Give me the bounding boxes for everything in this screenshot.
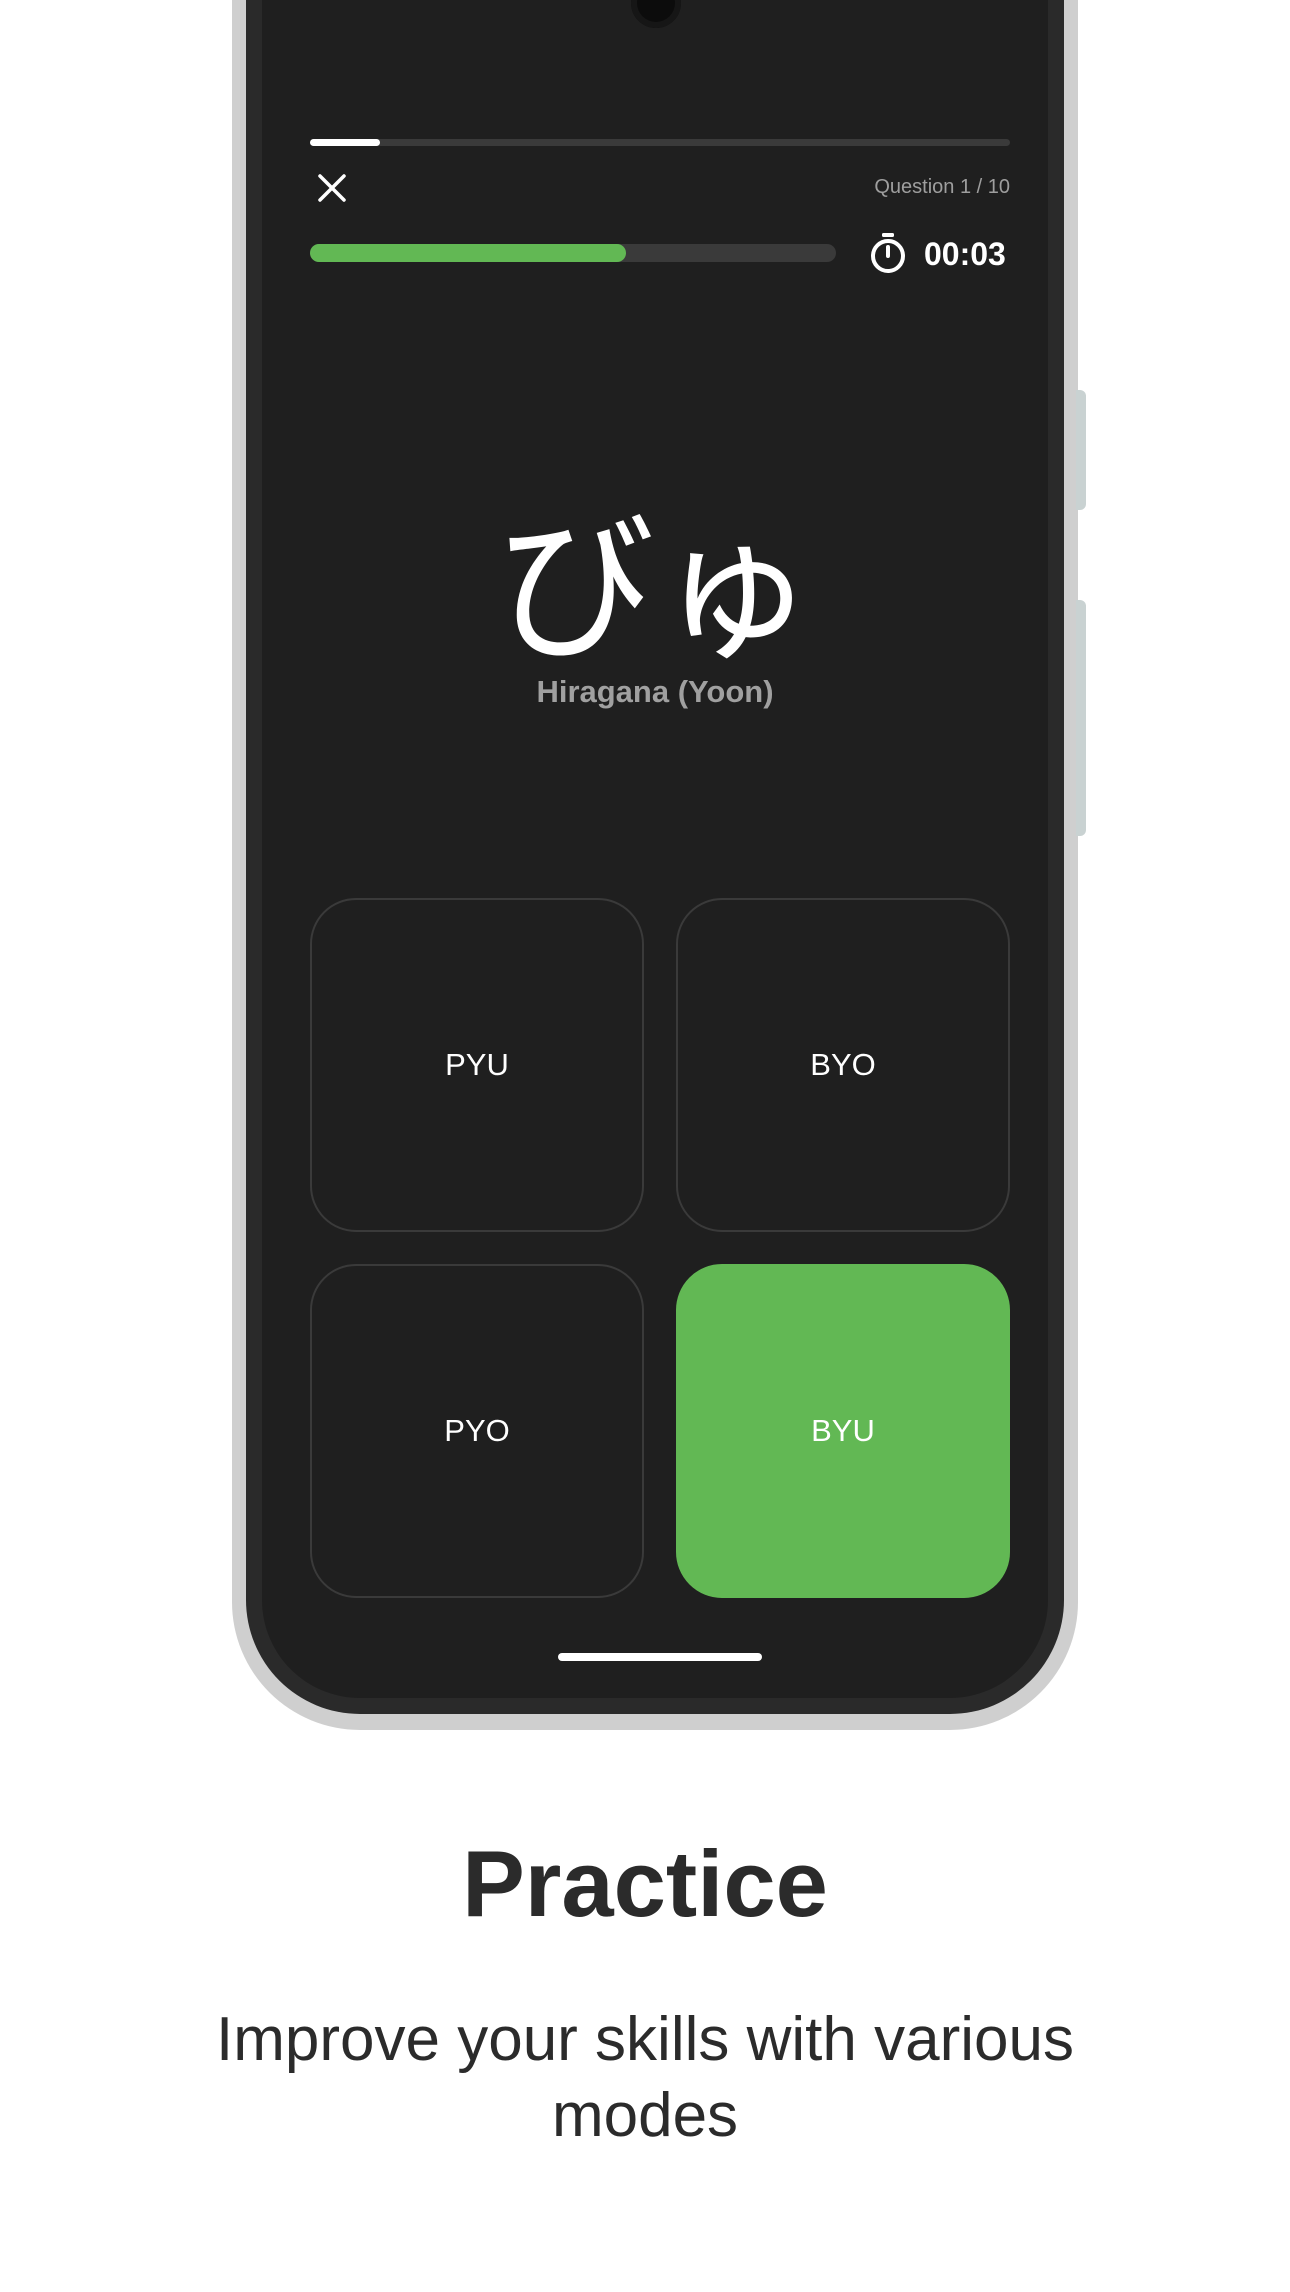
answer-option-pyo[interactable]: PYO: [310, 1264, 644, 1598]
timer-progress-fill: [310, 244, 626, 262]
promo-subline: Improve your skills with various modes: [216, 2005, 1074, 2150]
close-button[interactable]: [312, 168, 352, 208]
close-icon: [318, 174, 346, 202]
question-progress-bar: [310, 139, 1010, 146]
answer-option-byo[interactable]: BYO: [676, 898, 1010, 1232]
stopwatch-icon: [871, 233, 905, 273]
phone-volume-button: [1076, 390, 1086, 510]
promo-headline: Practice: [462, 1831, 828, 1936]
timer-text: 00:03: [924, 236, 1006, 272]
question-counter: Question 1 / 10: [874, 176, 1010, 198]
phone-power-button: [1076, 600, 1086, 836]
timer-progress-bar: [310, 244, 836, 262]
answer-option-pyu[interactable]: PYU: [310, 898, 644, 1232]
home-indicator[interactable]: [558, 1653, 762, 1661]
kana-type-label: Hiragana (Yoon): [536, 674, 774, 709]
question-progress-fill: [310, 139, 380, 146]
answer-option-byu[interactable]: BYU: [676, 1264, 1010, 1598]
kana-character: びゅ: [494, 500, 815, 679]
